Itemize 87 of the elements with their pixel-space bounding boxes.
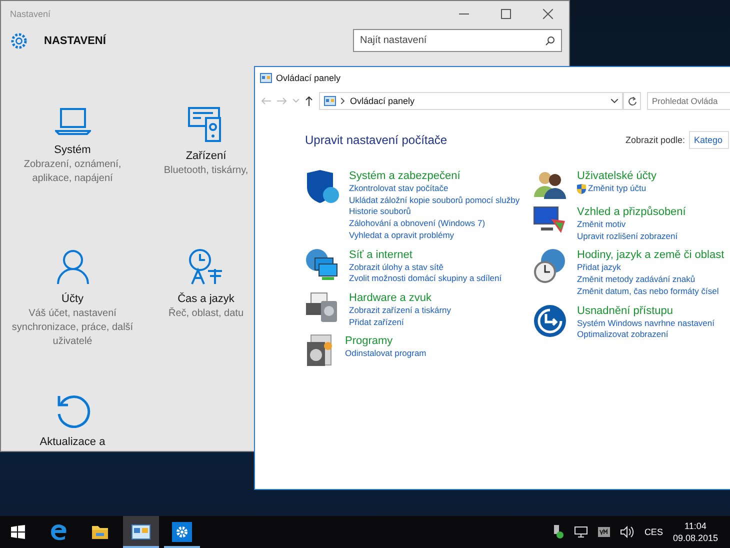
software-box-icon <box>305 334 335 368</box>
address-bar[interactable]: Ovládací panely <box>319 92 623 110</box>
category-link[interactable]: Uživatelské účty <box>577 169 656 183</box>
task-link[interactable]: Přidat zařízení <box>349 316 452 328</box>
windows-logo-icon <box>11 525 25 539</box>
tile-description: Váš účet, nastavení synchronizace, práce, další uživatelé <box>10 307 134 349</box>
network-globe-icon <box>305 248 339 282</box>
window-title: Ovládací panely <box>276 73 341 83</box>
refresh-button[interactable] <box>623 92 641 110</box>
task-link[interactable]: Přidat jazyk <box>577 262 724 274</box>
language-indicator[interactable]: CES <box>644 527 663 537</box>
category-link[interactable]: Programy <box>345 334 426 348</box>
folder-icon <box>91 524 109 540</box>
task-link[interactable]: Zvolit možnosti domácí skupiny a sdílení <box>349 273 502 285</box>
tile-description: Zobrazení, oznámení, aplikace, napájení <box>22 158 122 186</box>
task-link[interactable]: Změnit datum, čas nebo formáty čísel <box>577 286 724 298</box>
shield-icon <box>305 169 339 205</box>
browser-e-icon <box>50 523 68 541</box>
view-dropdown[interactable]: Katego <box>689 131 729 149</box>
globe-clock-icon <box>533 248 567 284</box>
refresh-icon <box>628 96 636 106</box>
control-panel-icon <box>324 96 336 106</box>
settings-tile[interactable]: Systém Zobrazení, oznámení, aplikace, napájení <box>4 106 140 249</box>
category-link[interactable]: Síť a internet <box>349 248 502 262</box>
settings-tile[interactable]: Čas a jazyk Řeč, oblast, datu <box>168 249 244 392</box>
task-link[interactable]: Historie souborů <box>349 206 520 218</box>
task-link[interactable]: Změnit typ účtu <box>577 183 656 195</box>
task-link[interactable]: Systém Windows navrhne nastavení <box>577 318 714 330</box>
search-field[interactable]: Prohledat Ovláda <box>647 92 730 110</box>
settings-icon <box>172 522 192 542</box>
accessibility-icon <box>533 304 567 338</box>
control-panel-icon <box>260 73 272 83</box>
keyboard-speaker-icon <box>188 106 224 142</box>
search-field[interactable]: Najít nastavení <box>353 29 562 52</box>
tile-description: Bluetooth, tiskárny, <box>164 164 248 178</box>
view-label: Zobrazit podle: <box>625 135 685 145</box>
category-link[interactable]: Hodiny, jazyk a země či oblast <box>577 248 724 262</box>
printer-speaker-icon <box>305 290 339 323</box>
person-icon <box>56 249 90 285</box>
caret-icon <box>611 99 618 103</box>
tile-title: Čas a jazyk <box>178 293 234 305</box>
clock-language-icon <box>188 249 224 285</box>
settings-tile[interactable]: Zařízení Bluetooth, tiskárny, <box>164 106 248 249</box>
task-link[interactable]: Zkontrolovat stav počítače <box>349 183 520 195</box>
speaker-icon[interactable] <box>620 526 634 538</box>
settings-tile[interactable]: Účty Váš účet, nastavení synchronizace, práce, další uživatelé <box>4 249 140 392</box>
usb-check-icon[interactable] <box>552 525 564 539</box>
category-link[interactable]: Hardware a zvuk <box>349 290 452 305</box>
clock[interactable]: 11:04 09.08.2015 <box>672 520 718 544</box>
up-arrow-icon[interactable] <box>305 96 313 106</box>
settings-icon <box>10 32 28 50</box>
minimize-icon <box>459 13 469 15</box>
task-link[interactable]: Zálohování a obnovení (Windows 7) <box>349 218 520 230</box>
category-link[interactable]: Vzhled a přizpůsobení <box>577 205 686 219</box>
task-link[interactable]: Změnit metody zadávání znaků <box>577 274 724 286</box>
control-panel-icon <box>131 524 151 540</box>
maximize-icon <box>501 9 511 19</box>
task-link[interactable]: Ukládat záložní kopie souborů pomocí služby <box>349 194 520 206</box>
page-title: NASTAVENÍ <box>44 34 108 46</box>
task-link[interactable]: Upravit rozlišení zobrazení <box>577 230 686 242</box>
network-monitor-icon[interactable] <box>574 526 588 538</box>
vm-icon[interactable] <box>598 527 610 537</box>
time-text: 11:04 <box>684 520 706 532</box>
tile-title: Účty <box>62 293 84 305</box>
category-link[interactable]: Usnadnění přístupu <box>577 304 714 318</box>
page-heading: Upravit nastavení počítače <box>305 133 448 147</box>
tile-title: Systém <box>54 144 91 156</box>
category-link[interactable]: Systém a zabezpečení <box>349 169 520 183</box>
monitor-palette-icon <box>533 205 567 235</box>
users-icon <box>533 169 567 199</box>
tile-description: Řeč, oblast, datu <box>168 307 244 321</box>
settings-tile[interactable]: Aktualizace a <box>40 392 106 451</box>
chevron-icon <box>341 98 345 104</box>
date-text: 09.08.2015 <box>672 532 718 544</box>
laptop-icon <box>54 106 90 136</box>
taskbar-app-button[interactable] <box>123 516 159 548</box>
task-link[interactable]: Zobrazit zařízení a tiskárny <box>349 304 452 317</box>
task-link[interactable]: Optimalizovat zobrazení <box>577 329 714 341</box>
tile-title: Aktualizace a <box>40 436 106 448</box>
task-link[interactable]: Změnit motiv <box>577 219 686 231</box>
close-icon <box>543 9 553 19</box>
window-title: Nastavení <box>10 9 51 19</box>
task-link[interactable]: Vyhledat a opravit problémy <box>349 230 520 242</box>
task-link[interactable]: Odinstalovat program <box>345 348 426 360</box>
tile-title: Zařízení <box>186 150 226 162</box>
search-icon <box>545 36 555 46</box>
task-link[interactable]: Zobrazit úlohy a stav sítě <box>349 262 502 274</box>
